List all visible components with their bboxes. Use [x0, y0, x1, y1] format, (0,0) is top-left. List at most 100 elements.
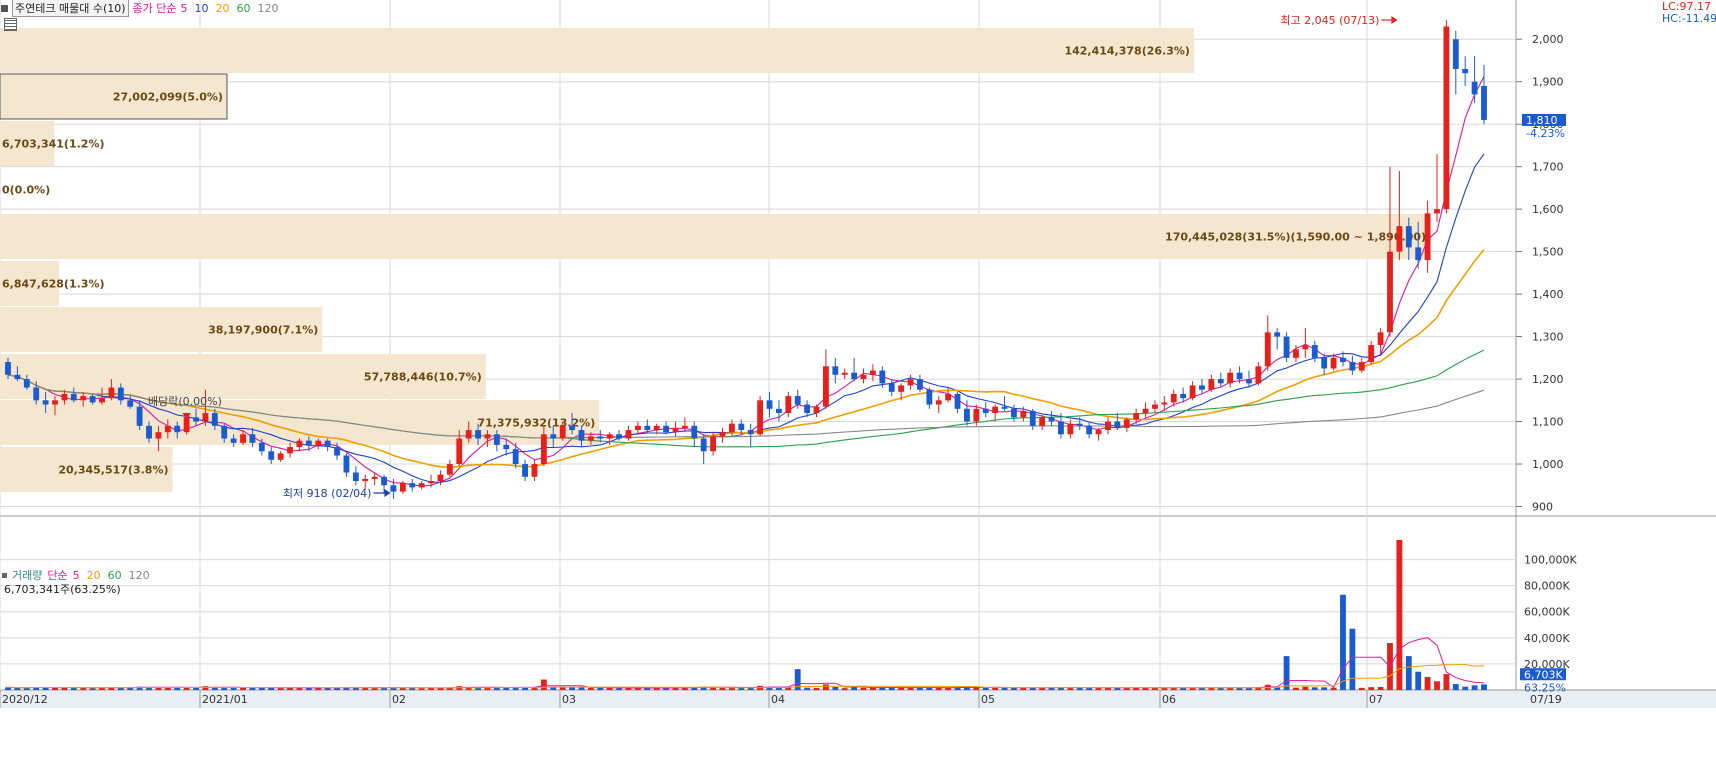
volume-square-icon[interactable]	[2, 572, 7, 578]
hc-value: HC:-11.49	[1662, 12, 1716, 25]
volume-ma-period-120[interactable]: 120	[129, 569, 150, 582]
candle-body	[757, 400, 764, 435]
candle-body	[5, 362, 11, 375]
candle-body	[672, 427, 679, 433]
volume-bar	[550, 687, 557, 690]
candle-body	[728, 423, 735, 433]
candle-body	[982, 408, 989, 414]
volume-bar	[851, 687, 858, 690]
low-annotation: 최저 918 (02/04)	[283, 487, 372, 500]
candle-body	[1114, 421, 1121, 428]
ma-prefix: 종가 단순	[132, 2, 177, 15]
ma-period-5[interactable]: 5	[181, 2, 188, 15]
candle-body	[1368, 345, 1375, 363]
candle-body	[569, 425, 575, 431]
candle-body	[935, 400, 942, 405]
candle-body	[1095, 430, 1102, 435]
x-tick-label: 02	[392, 693, 406, 706]
volume-bar	[1471, 685, 1478, 690]
volume-current-text: 6,703,341주(63.25%)	[4, 583, 121, 596]
volume-bar	[1076, 687, 1083, 690]
candle-body	[1011, 408, 1017, 418]
volume-ma-period-20[interactable]: 20	[87, 569, 101, 582]
volume-bar	[1481, 684, 1487, 690]
volume-bar	[1424, 676, 1431, 690]
ma-period-10[interactable]: 10	[195, 2, 209, 15]
ma-period-20[interactable]: 20	[216, 2, 230, 15]
candle-body	[42, 400, 49, 405]
candle-body	[1180, 393, 1187, 399]
candle-body	[832, 366, 839, 375]
candle-body	[23, 379, 30, 388]
candle-body	[390, 485, 397, 492]
candle-body	[193, 417, 199, 422]
candle-body	[1020, 410, 1027, 418]
candle-body	[409, 483, 416, 488]
x-tick-label: 06	[1162, 693, 1176, 706]
candle-body	[52, 400, 58, 405]
candle-body	[559, 425, 566, 439]
candle-body	[117, 387, 124, 401]
candle-body	[522, 464, 528, 477]
candle-body	[710, 436, 717, 452]
ma-period-120[interactable]: 120	[258, 2, 279, 15]
volume-bar	[804, 687, 811, 690]
x-tick-label: 05	[981, 693, 995, 706]
volume-bar	[719, 687, 726, 690]
candle-body	[155, 432, 162, 439]
price-volume-chart[interactable]: 900 1,000 1,100 1,200 1,300 1,400 1,500 1,600 1,…	[0, 0, 1716, 775]
candle-body	[324, 440, 331, 448]
volume-bar	[202, 686, 209, 690]
volume-profile-label: 38,197,900(7.1%)	[208, 324, 318, 337]
candle-body	[992, 406, 999, 414]
chart-title[interactable]: 주연테크 매물대 수(10)	[12, 0, 129, 17]
volume-bar	[230, 687, 237, 690]
grid-toggle-icon[interactable]	[4, 18, 17, 31]
price-tick-label: 1,700	[1532, 161, 1564, 174]
candle-body	[202, 413, 209, 422]
volume-profile-label: 27,002,099(5.0%)	[113, 91, 223, 104]
candle-body	[1133, 413, 1140, 420]
price-tick-label: 1,100	[1532, 416, 1564, 429]
volume-profile-label: 6,847,628(1.3%)	[2, 278, 105, 291]
ma-period-list: 5 10 20 60 120	[181, 2, 279, 15]
menu-square-icon[interactable]	[1, 4, 8, 12]
volume-bar	[1311, 687, 1318, 690]
volume-tick-label: 100,000K	[1524, 554, 1577, 567]
candle-body	[249, 434, 256, 443]
candle-body	[1142, 408, 1149, 414]
x-tick-label: 07	[1369, 693, 1383, 706]
candle-body	[1227, 372, 1234, 384]
candle-body	[108, 387, 115, 399]
volume-bar	[174, 687, 181, 690]
volume-bar	[587, 687, 594, 690]
candle-body	[164, 425, 171, 433]
volume-bar	[193, 687, 199, 690]
volume-tick-label: 40,000K	[1524, 632, 1570, 645]
volume-bar	[1330, 687, 1337, 690]
volume-bar	[127, 687, 134, 690]
candle-body	[785, 396, 792, 414]
candle-body	[174, 425, 181, 433]
volume-bar	[578, 687, 585, 690]
volume-bar	[1377, 687, 1384, 690]
volume-bar	[362, 687, 369, 690]
candle-body	[587, 436, 594, 441]
current-price-label: 1,810	[1526, 114, 1558, 127]
volume-bar	[1095, 687, 1102, 690]
candle-body	[1264, 332, 1271, 367]
volume-profile-label: 6,703,341(1.2%)	[2, 138, 105, 151]
candle-body	[1170, 393, 1177, 403]
candle-body	[1039, 417, 1046, 426]
volume-bar	[1415, 671, 1422, 690]
candle	[757, 396, 764, 437]
volume-ma-period-60[interactable]: 60	[108, 569, 122, 582]
candle-body	[70, 393, 77, 401]
candle-body	[841, 372, 848, 375]
price-tick-label: 1,200	[1532, 373, 1564, 386]
candle-body	[634, 425, 641, 431]
volume-ma-period-5[interactable]: 5	[73, 569, 80, 582]
volume-profile-label: 57,788,446(10.7%)	[364, 371, 482, 384]
ma-period-60[interactable]: 60	[237, 2, 251, 15]
candle-body	[334, 447, 340, 456]
